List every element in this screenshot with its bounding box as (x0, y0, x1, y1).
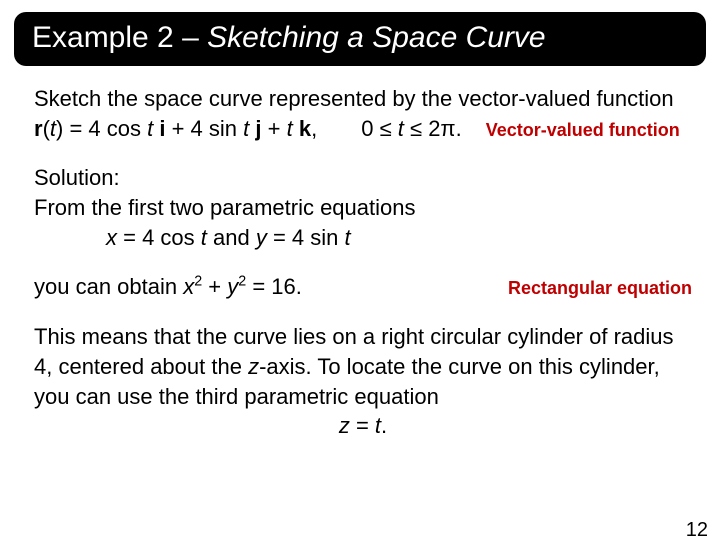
slide-content: Sketch the space curve represented by th… (0, 84, 720, 441)
vector-equation: r(t) = 4 cos t i + 4 sin t j + t k, (34, 114, 317, 144)
rectangular-line: you can obtain x2 + y2 = 16. Rectangular… (34, 272, 692, 302)
vector-function-line: r(t) = 4 cos t i + 4 sin t j + t k, 0 ≤ … (34, 114, 692, 144)
slide-title: Example 2 – Sketching a Space Curve (14, 12, 706, 66)
z-equation: z = t. (34, 411, 692, 441)
solution-label: Solution: (34, 163, 692, 193)
domain-range: 0 ≤ t ≤ 2π. (361, 114, 462, 144)
rectangular-equation: you can obtain x2 + y2 = 16. (34, 272, 302, 302)
page-number: 12 (686, 519, 708, 542)
title-prefix: Example 2 – (32, 21, 207, 54)
annotation-vector-valued: Vector-valued function (486, 118, 680, 142)
solution-block: Solution: From the first two parametric … (34, 163, 692, 252)
solution-intro: From the first two parametric equations (34, 193, 692, 223)
title-main: Sketching a Space Curve (207, 21, 546, 54)
intro-text: Sketch the space curve represented by th… (34, 84, 692, 114)
parametric-xy: x = 4 cos t and y = 4 sin t (34, 223, 692, 253)
cylinder-block: This means that the curve lies on a righ… (34, 322, 692, 441)
annotation-rectangular: Rectangular equation (508, 276, 692, 300)
intro-block: Sketch the space curve represented by th… (34, 84, 692, 143)
